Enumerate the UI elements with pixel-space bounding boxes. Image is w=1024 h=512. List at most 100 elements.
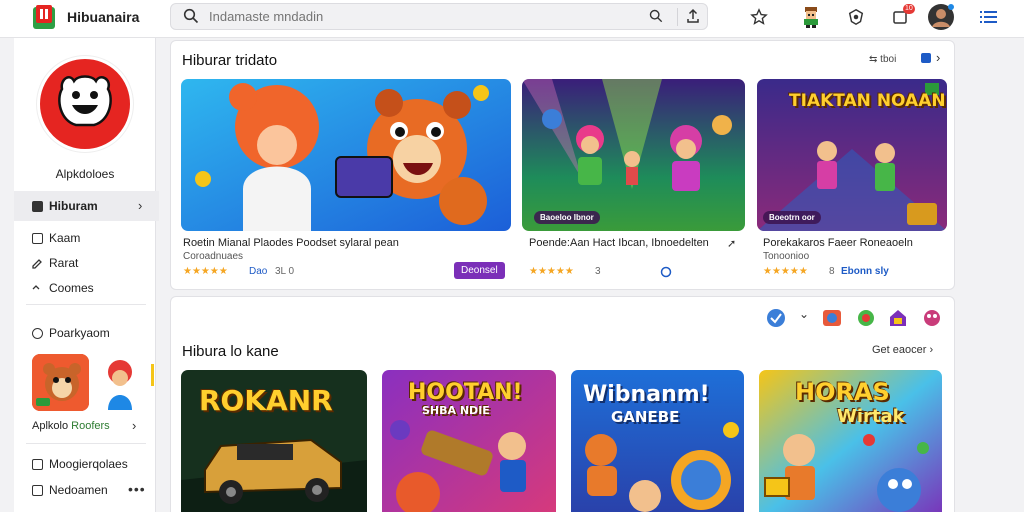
menu-icon[interactable] <box>978 6 1000 28</box>
game-thumbnail[interactable] <box>32 354 89 411</box>
list-icon <box>32 484 43 496</box>
game-card-image[interactable]: HOOTAN! SHBA NDIE <box>382 370 556 512</box>
sidebar-item-kaam[interactable]: Kaam <box>32 231 80 245</box>
rating-stars: ★★★★★ <box>763 266 808 277</box>
sidebar-item-label: Hiburam <box>49 199 98 213</box>
character-icon[interactable] <box>855 307 877 329</box>
game-banner-subtitle: Wirtak <box>837 406 905 427</box>
scroll-indicator <box>151 364 154 386</box>
grid-icon <box>32 458 43 470</box>
sidebar-link[interactable]: Aplkolo Roofers <box>32 420 110 432</box>
game-thumbnail[interactable] <box>102 354 138 411</box>
sidebar-item-rarat[interactable]: Rarat <box>32 256 78 270</box>
more-icon[interactable]: ••• <box>128 481 146 497</box>
featured-card-image[interactable]: TIAKTAN NOAAN Boeotrn oor <box>757 79 947 231</box>
game-card-image[interactable]: Wibnanm! GANEBE <box>571 370 744 512</box>
featured-panel: Hiburar tridato ⇆ tboi › Roetin Mianal P… <box>170 40 955 290</box>
chevron-right-icon: › <box>138 198 143 213</box>
clock-icon <box>32 327 43 339</box>
sidebar-item-label: Nedoamen <box>49 483 108 497</box>
arrows-icon: ⇆ <box>869 54 878 65</box>
game-banner-title: ROKANR <box>199 384 333 417</box>
character-icon[interactable] <box>821 307 843 329</box>
game-banner-title: HOOTAN! <box>408 380 523 405</box>
sidebar-item-poarkyaom[interactable]: Poarkyaom <box>32 326 110 340</box>
card-subtitle: Coroadnuaes <box>183 251 244 262</box>
house-icon[interactable] <box>887 307 909 329</box>
game-banner-subtitle: SHBA NDIE <box>422 404 490 417</box>
sidebar: Alpkdoloes Hiburam › Kaam Rarat Coomes P… <box>14 38 159 512</box>
see-more-label: Get eaocer <box>872 344 927 356</box>
card-title[interactable]: Roetin Mianal Plaodes Poodset sylaral pe… <box>183 237 399 249</box>
chevron-right-icon: › <box>132 418 137 433</box>
sidebar-item-label: Coomes <box>49 281 94 295</box>
app-brand[interactable]: Hibuanaira <box>67 9 139 25</box>
chevron-right-icon[interactable]: › <box>936 50 940 65</box>
section-title: Hiburar tridato <box>182 52 278 69</box>
game-card-image[interactable]: ROKANR <box>181 370 367 512</box>
game-banner-subtitle: GANEBE <box>611 408 680 426</box>
search-input[interactable] <box>209 7 629 26</box>
sidebar-divider <box>26 304 146 305</box>
card-title[interactable]: Porekakaros Faeer Roneaoeln <box>763 237 913 249</box>
chevron-right-icon: › <box>929 344 934 356</box>
character-icon[interactable] <box>921 307 943 329</box>
chevron-down-icon[interactable]: ⌄ <box>799 307 809 321</box>
character-icon[interactable] <box>800 6 822 28</box>
featured-card-image[interactable]: Baoeloo Ibnor <box>522 79 745 231</box>
square-icon <box>32 232 43 244</box>
card-overlay-label: Baoeloo Ibnor <box>534 211 600 224</box>
card-banner-title: TIAKTAN NOAAN <box>789 91 946 111</box>
top-bar: Hibuanaira 10 <box>0 0 1024 38</box>
search-bar[interactable] <box>170 3 708 30</box>
card-subtitle: Tonoonioo <box>763 251 810 262</box>
sidebar-link-highlight: Roofers <box>71 420 110 432</box>
controller-icon <box>32 283 43 294</box>
game-banner-title: Wibnanm! <box>583 382 710 407</box>
section-title: Hibura lo kane <box>182 343 279 360</box>
profile-name: Alpkdoloes <box>55 167 115 181</box>
download-button[interactable]: Deonsel <box>454 262 505 279</box>
game-card-image[interactable]: HORAS Wirtak <box>759 370 942 512</box>
sync-icon[interactable] <box>660 266 672 278</box>
featured-card-image[interactable] <box>181 79 511 231</box>
filter-icon[interactable] <box>921 53 931 63</box>
share-icon[interactable]: ➚ <box>727 237 736 250</box>
search-divider <box>677 8 678 26</box>
user-avatar[interactable] <box>927 3 955 31</box>
section-action-label: tboi <box>880 54 897 65</box>
upload-icon[interactable] <box>685 8 701 24</box>
sidebar-item-coomes[interactable]: Coomes <box>32 281 94 295</box>
sidebar-item-label: Rarat <box>49 256 79 270</box>
search-submit-icon[interactable] <box>649 9 663 23</box>
sidebar-link-text: Aplkolo <box>32 420 69 432</box>
card-overlay-label: Boeotrn oor <box>763 211 821 224</box>
rating-count: 8 <box>829 266 835 277</box>
rating-stars: ★★★★★ <box>529 266 574 277</box>
rating-stars: ★★★★★ <box>183 266 228 277</box>
sidebar-item-moogierqolaes[interactable]: Moogierqolaes <box>32 457 128 471</box>
profile-avatar[interactable] <box>37 56 133 152</box>
star-icon[interactable] <box>748 6 770 28</box>
edit-icon <box>32 258 43 269</box>
card-tag[interactable]: Ebonn sly <box>841 266 889 277</box>
sidebar-item-nedoamen[interactable]: Nedoamen <box>32 483 108 497</box>
game-banner-title: HORAS <box>795 378 890 406</box>
game-logo-icon[interactable] <box>33 5 55 29</box>
sidebar-item-label: Kaam <box>49 231 81 245</box>
rating-count: 3L 0 <box>275 266 295 277</box>
games-panel: ⌄ Hibura lo kane Get eaocer › ROKANR HOO… <box>170 296 955 512</box>
sidebar-divider <box>26 443 146 444</box>
shield-icon[interactable] <box>845 6 867 28</box>
card-title[interactable]: Poende:Aan Hact Ibcan, Ibnoedelten <box>529 237 709 249</box>
sidebar-item-label: Moogierqolaes <box>49 457 128 471</box>
badge-icon[interactable] <box>765 307 787 329</box>
rating-count: 3 <box>595 266 601 277</box>
sidebar-item-hiburam[interactable]: Hiburam <box>32 199 98 213</box>
rating-label: Dao <box>249 266 268 277</box>
section-header-action[interactable]: ⇆ tboi <box>869 54 896 65</box>
see-more-link[interactable]: Get eaocer › <box>872 344 933 356</box>
search-icon <box>183 8 199 24</box>
notification-badge: 10 <box>903 4 915 14</box>
sidebar-item-label: Poarkyaom <box>49 326 110 340</box>
